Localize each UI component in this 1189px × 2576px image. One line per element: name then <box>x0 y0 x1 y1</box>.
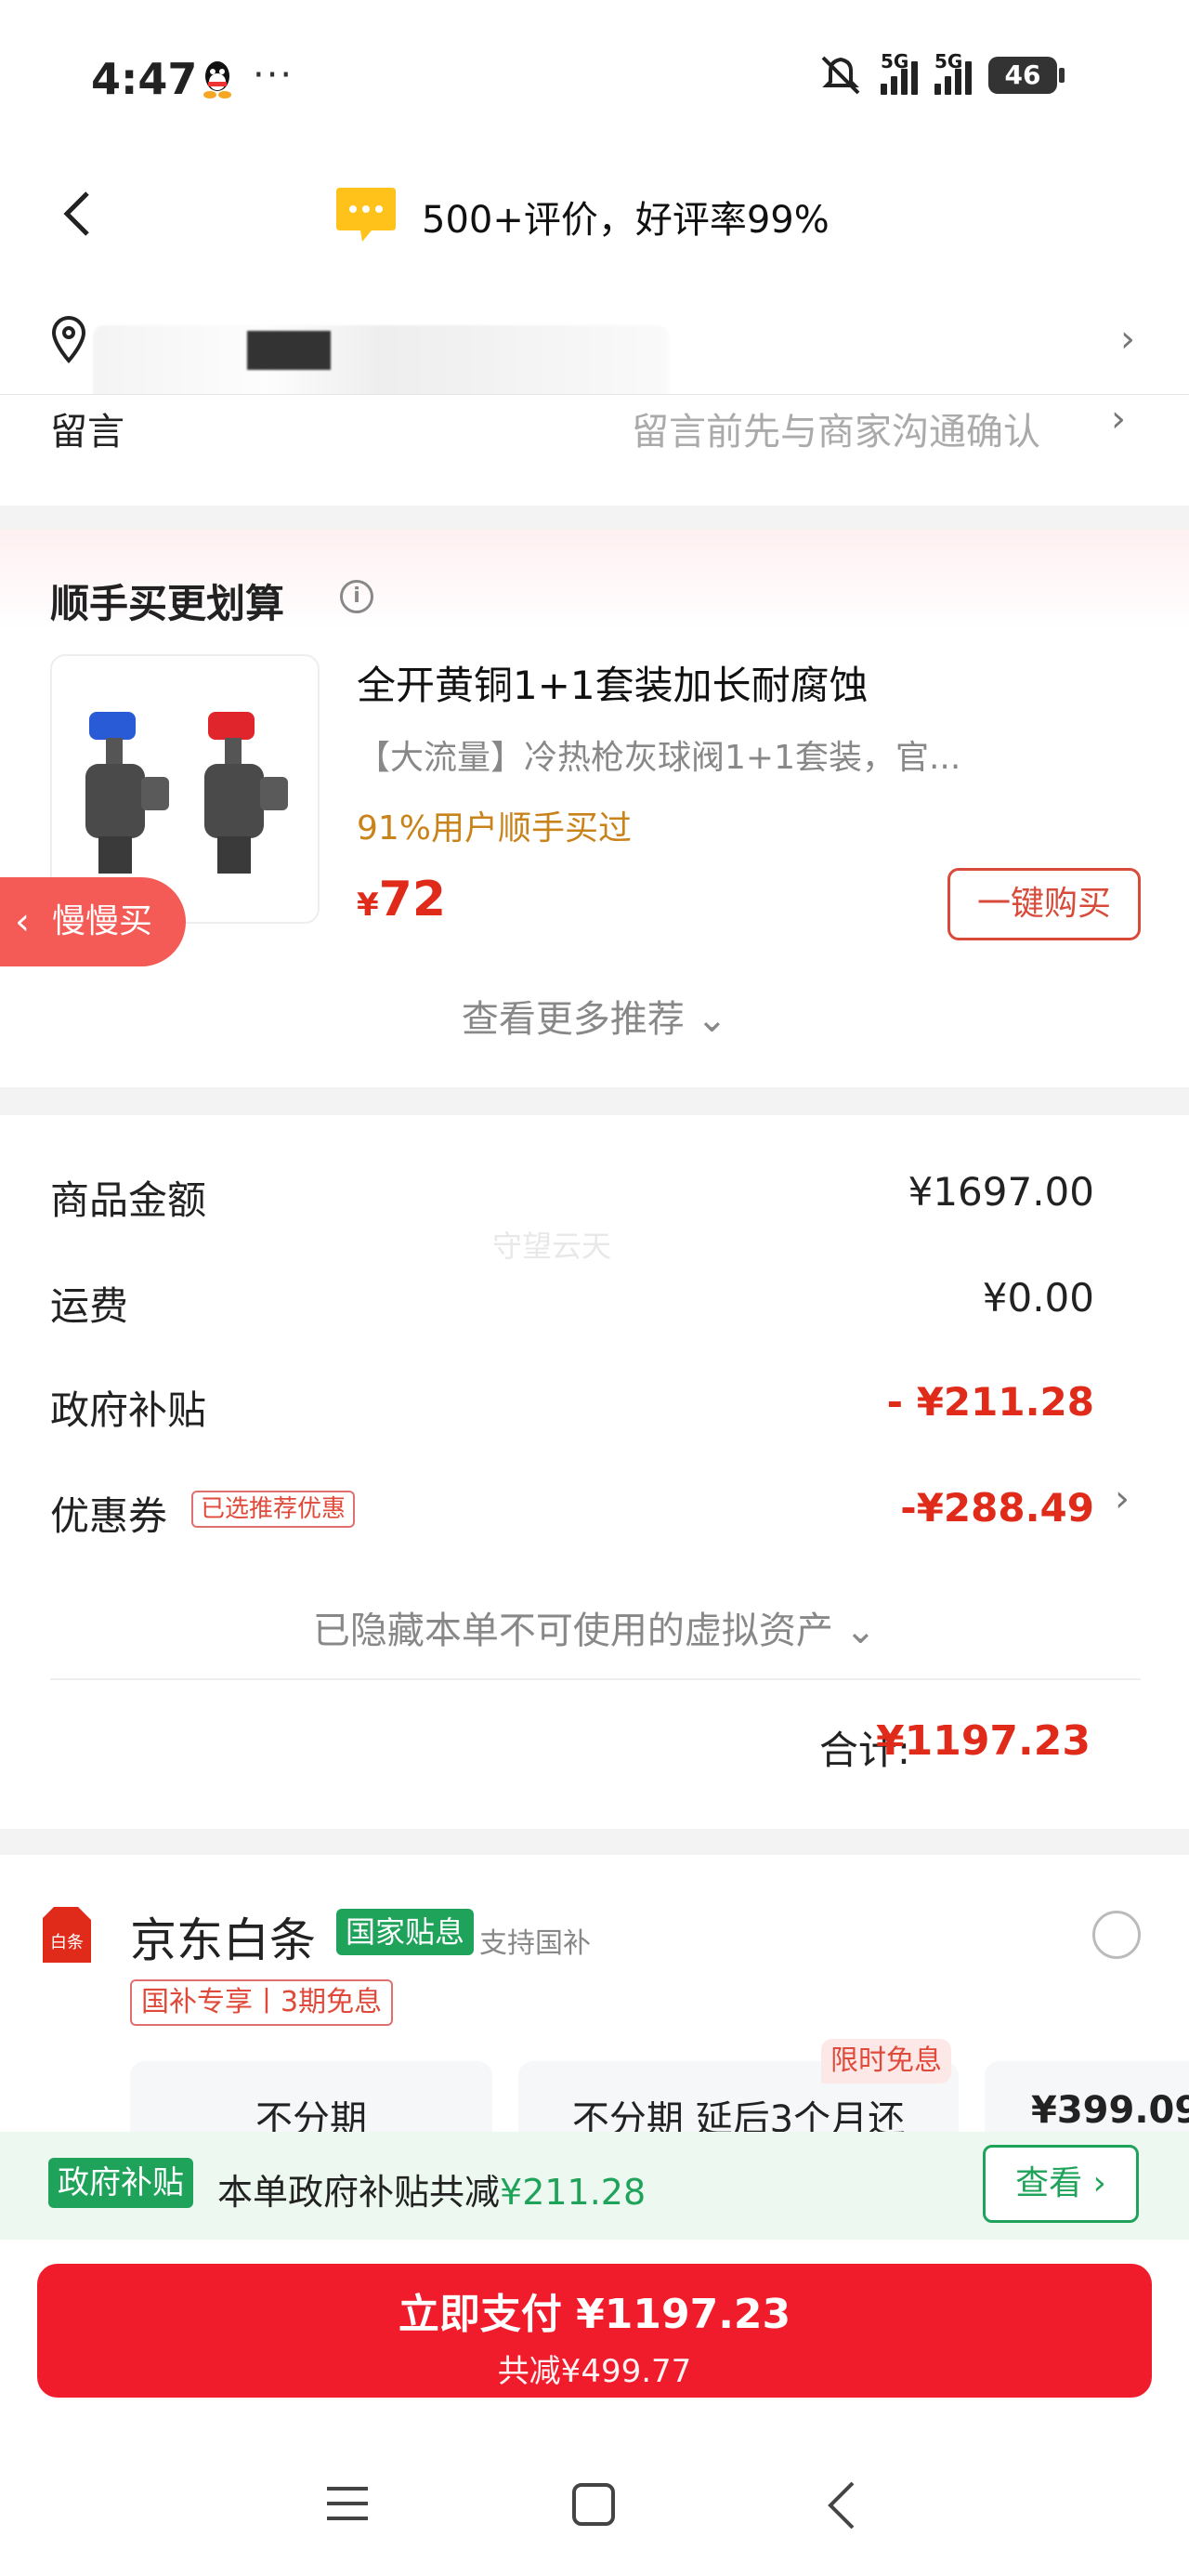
gov-subsidy-label: 政府补贴 <box>50 1387 207 1433</box>
gov-subsidy-amount: ¥211.28 <box>500 2172 647 2213</box>
baitiao-logo-text: 白条 <box>50 1933 84 1952</box>
gov-subsidy-desc: 本单政府补贴共减 <box>217 2172 501 2213</box>
view-subsidy-button[interactable]: 查看 › <box>983 2145 1139 2223</box>
gov-subsidy-tag: 政府补贴 <box>48 2158 193 2208</box>
hidden-assets-toggle[interactable]: 已隐藏本单不可使用的虚拟资产 ⌄ <box>0 1600 1189 1654</box>
menu-icon[interactable] <box>327 2485 368 2522</box>
total-value: ¥1197.23 <box>875 1717 1091 1765</box>
signal-icon: 5G <box>881 50 918 95</box>
interest-tag: 国家贴息 <box>336 1909 475 1955</box>
status-time: 4:47 <box>91 54 198 104</box>
gov-subsidy-value: - ¥211.28 <box>886 1379 1094 1425</box>
chevron-right-icon[interactable]: › <box>1115 1478 1130 1520</box>
pay-now-button[interactable]: 立即支付 ¥1197.23 共减¥499.77 <box>37 2264 1152 2398</box>
chevron-left-icon: ‹ <box>15 900 30 943</box>
home-icon[interactable] <box>572 2483 615 2526</box>
slow-buy-tab[interactable]: ‹ 慢慢买 <box>0 877 186 966</box>
coupon-value[interactable]: -¥288.49 <box>900 1485 1094 1531</box>
coupon-tag: 已选推荐优惠 <box>191 1491 356 1528</box>
location-icon <box>51 316 86 364</box>
payment-radio[interactable] <box>1092 1911 1141 1959</box>
goods-amount-value: ¥1697.00 <box>908 1169 1094 1215</box>
page-title: 500+评价，好评率99% <box>422 199 830 242</box>
back-nav-icon[interactable] <box>825 2479 858 2531</box>
message-label: 留言 <box>50 411 124 453</box>
pay-now-label: 立即支付 ¥1197.23 <box>398 2291 791 2338</box>
signal-icon: 5G <box>934 50 972 95</box>
info-icon[interactable]: i <box>340 580 373 613</box>
baitiao-logo-icon: 白条 <box>41 1905 93 1965</box>
product-buy-rate: 91%用户顺手买过 <box>357 809 633 848</box>
product-title[interactable]: 全开黄铜1+1套装加长耐腐蚀 <box>357 654 869 711</box>
shipping-label: 运费 <box>50 1283 129 1329</box>
coupon-label: 优惠券 <box>50 1493 168 1539</box>
shipping-value: ¥0.00 <box>982 1275 1094 1321</box>
product-price: ¥72 <box>357 872 446 927</box>
payment-name: 京东白条 <box>130 1913 316 1967</box>
support-text: 支持国补 <box>479 1927 591 1960</box>
recommend-title: 顺手买更划算 <box>50 581 285 626</box>
status-icons: 5G 5G 46 <box>817 50 1065 99</box>
slow-buy-label: 慢慢买 <box>52 902 153 940</box>
gov-subsidy-text: 本单政府补贴共减¥211.28 <box>217 2163 646 2215</box>
chevron-right-icon[interactable]: › <box>1120 318 1135 361</box>
limited-free-tag: 限时免息 <box>821 2039 951 2083</box>
product-subtitle: 【大流量】冷热枪灰球阀1+1套装，官... <box>357 739 961 777</box>
divider <box>50 1678 1141 1680</box>
currency-symbol: ¥ <box>357 887 379 924</box>
one-click-buy-button[interactable]: 一键购买 <box>947 868 1141 940</box>
more-recommend-link[interactable]: 查看更多推荐 ⌄ <box>0 989 1189 1043</box>
watermark: 守望云天 <box>492 1229 612 1264</box>
chevron-right-icon[interactable]: › <box>1111 398 1126 440</box>
qq-icon <box>203 61 231 99</box>
price-value: 72 <box>378 872 447 927</box>
message-input[interactable]: 留言前先与商家沟通确认 <box>632 401 1040 455</box>
total-discount-label: 共减¥499.77 <box>497 2353 692 2390</box>
comment-icon <box>336 188 396 242</box>
back-icon[interactable] <box>59 186 97 242</box>
installment-tag: 国补专享丨3期免息 <box>130 1979 394 2026</box>
more-icon: ··· <box>253 54 294 97</box>
battery-icon: 46 <box>988 57 1065 94</box>
mute-icon <box>821 56 860 95</box>
goods-amount-label: 商品金额 <box>50 1177 207 1223</box>
